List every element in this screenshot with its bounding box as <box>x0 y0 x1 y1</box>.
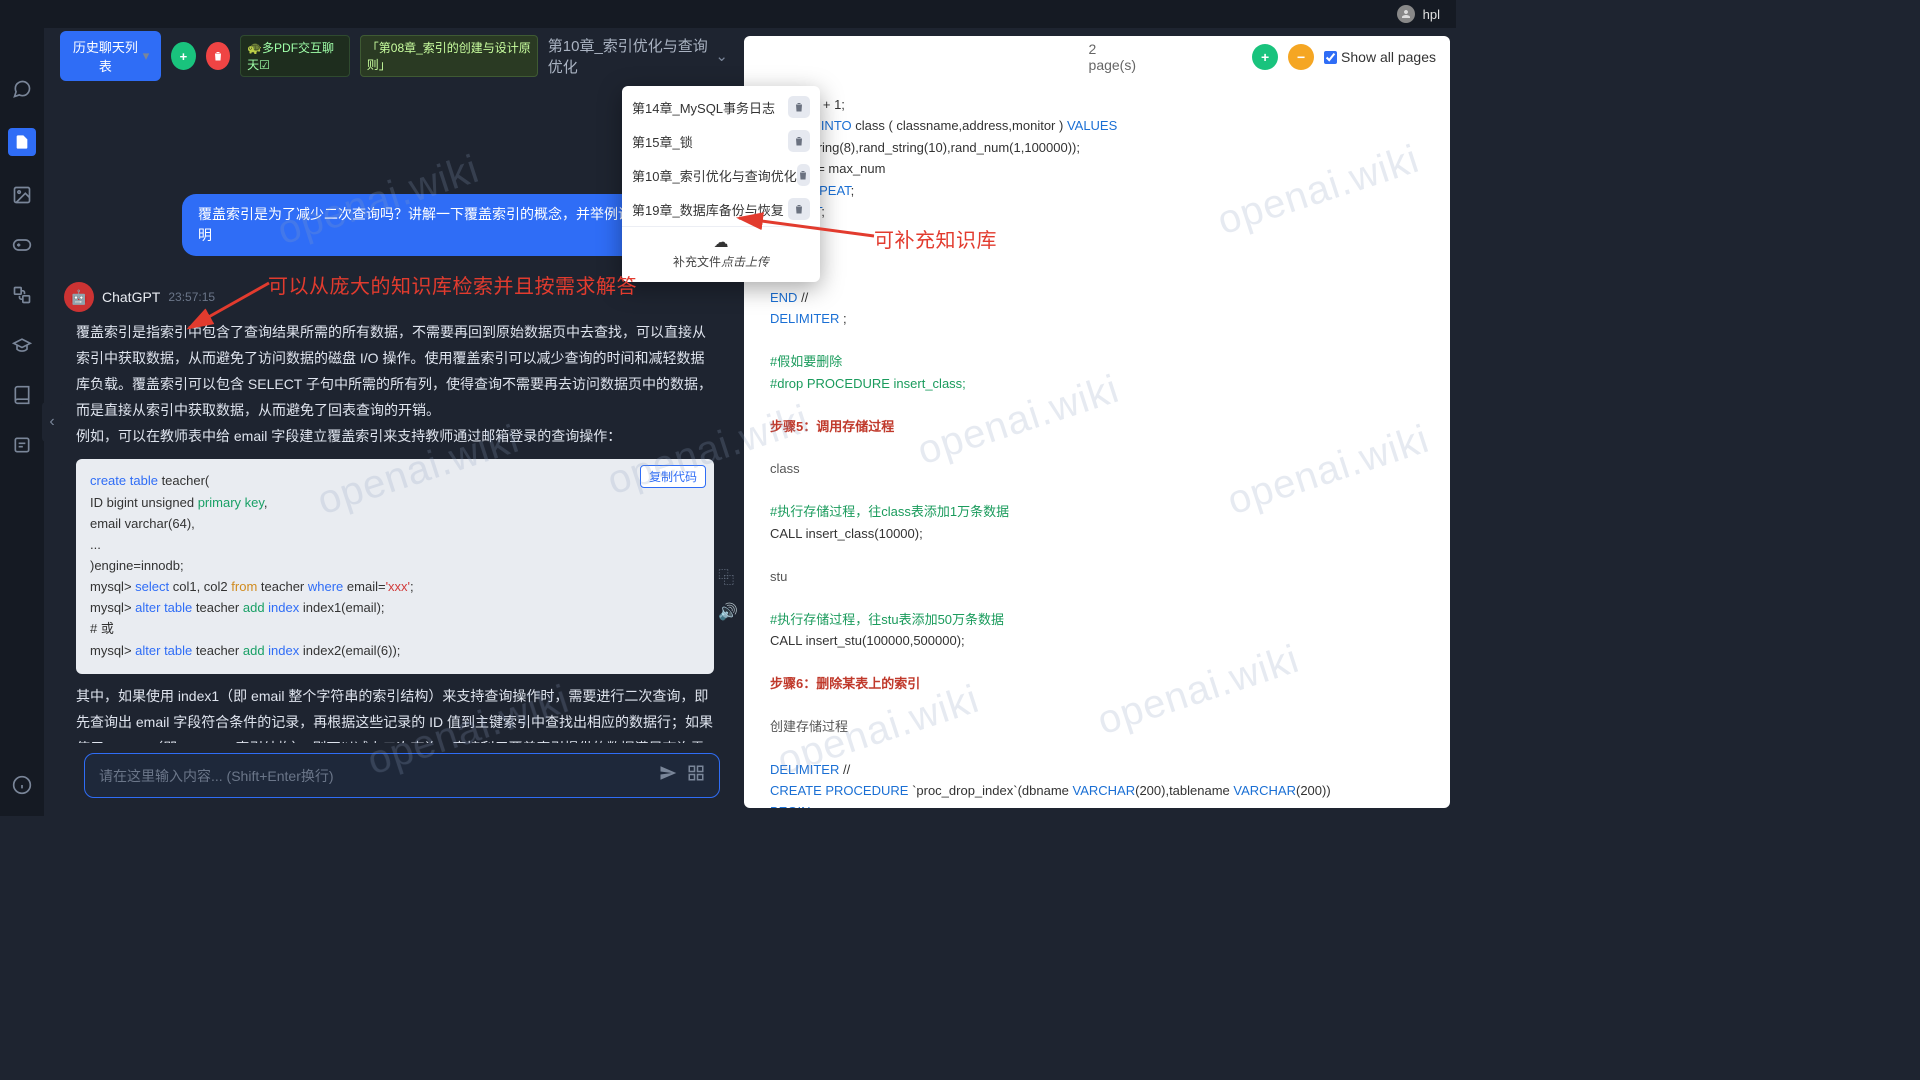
bot-answer: 覆盖索引是指索引中包含了查询结果所需的所有数据，不需要再回到原始数据页中去查找，… <box>76 320 714 743</box>
trash-icon[interactable] <box>788 130 810 152</box>
input-bar <box>44 743 744 816</box>
code-block: 复制代码 create table teacher( ID bigint uns… <box>76 459 714 673</box>
document-column: 2 page(s) + − Show all pages SET i = i +… <box>744 36 1450 808</box>
doc-header: 2 page(s) + − Show all pages <box>1252 44 1436 70</box>
username[interactable]: hpl <box>1423 7 1440 22</box>
dd-item[interactable]: 第14章_MySQL事务日志 <box>622 90 820 124</box>
tag-chapter8[interactable]: 「第08章_索引的创建与设计原则」 <box>360 35 538 77</box>
collapse-sidebar-button[interactable]: ‹ <box>42 402 62 442</box>
bot-avatar-icon: 🤖 <box>64 282 94 312</box>
answer-para-1: 覆盖索引是指索引中包含了查询结果所需的所有数据，不需要再回到原始数据页中去查找，… <box>76 320 714 449</box>
audio-icon[interactable]: 🔊 <box>718 602 738 622</box>
bot-time: 23:57:15 <box>168 290 215 304</box>
doc-body[interactable]: SET i = i + 1; INSERT INTO class ( class… <box>744 36 1450 808</box>
tag-multi-pdf[interactable]: 🐢多PDF交互聊天☑ <box>240 35 350 77</box>
input-wrap[interactable] <box>84 753 720 798</box>
history-list-button[interactable]: 历史聊天列表 ▾ <box>60 31 161 81</box>
cloud-upload-icon: ☁ <box>714 233 729 251</box>
trash-icon[interactable] <box>788 198 810 220</box>
main: ‹ 历史聊天列表 ▾ + 🐢多PDF交互聊天☑ 「第08章_索引的创建与设计原则… <box>0 28 1456 816</box>
dd-item[interactable]: 第10章_索引优化与查询优化 <box>622 158 820 192</box>
message-input[interactable] <box>99 768 649 784</box>
float-actions: ⿻ 🔊 <box>718 564 738 622</box>
dd-upload[interactable]: ☁ 补充文件点击上传 <box>622 226 820 278</box>
left-nav <box>0 28 44 816</box>
workspace: ‹ 历史聊天列表 ▾ + 🐢多PDF交互聊天☑ 「第08章_索引的创建与设计原则… <box>44 28 1456 816</box>
chevron-down-icon: ▾ <box>143 48 150 64</box>
bot-name: ChatGPT <box>102 289 160 305</box>
nav-image-icon[interactable] <box>11 184 33 206</box>
chevron-down-icon: ⌄ <box>715 47 728 65</box>
doc-minus-button[interactable]: − <box>1288 44 1314 70</box>
page-count: 2 page(s) <box>1089 41 1136 73</box>
nav-info-icon[interactable] <box>11 774 33 796</box>
trash-icon[interactable] <box>788 96 810 118</box>
nav-game-icon[interactable] <box>11 234 33 256</box>
nav-library-icon[interactable] <box>11 384 33 406</box>
topbar: hpl <box>0 0 1456 28</box>
copy-code-button[interactable]: 复制代码 <box>640 465 706 488</box>
dd-item[interactable]: 第15章_锁 <box>622 124 820 158</box>
delete-button[interactable] <box>206 42 230 70</box>
answer-para-2: 其中，如果使用 index1（即 email 整个字符串的索引结构）来支持查询操… <box>76 684 714 743</box>
show-all-pages-toggle[interactable]: Show all pages <box>1324 49 1436 65</box>
avatar-icon[interactable] <box>1397 5 1415 23</box>
nav-files-icon[interactable] <box>8 128 36 156</box>
copy-icon[interactable]: ⿻ <box>718 564 738 588</box>
user-message: 覆盖索引是为了减少二次查询吗？讲解一下覆盖索引的概念，并举例说明 <box>182 194 659 256</box>
toolbar: 历史聊天列表 ▾ + 🐢多PDF交互聊天☑ 「第08章_索引的创建与设计原则」 … <box>44 28 744 84</box>
add-button[interactable]: + <box>171 42 195 70</box>
nav-edu-icon[interactable] <box>11 334 33 356</box>
nav-chat-icon[interactable] <box>11 78 33 100</box>
nav-db-icon[interactable] <box>11 434 33 456</box>
step6-heading: 步骤6：删除某表上的索引 <box>770 673 1424 694</box>
file-dropdown[interactable]: 第14章_MySQL事务日志 第15章_锁 第10章_索引优化与查询优化 第19… <box>622 86 820 282</box>
show-all-checkbox[interactable] <box>1324 51 1337 64</box>
doc-add-button[interactable]: + <box>1252 44 1278 70</box>
grid-icon[interactable] <box>687 764 705 787</box>
bot-header: 🤖 ChatGPT 23:57:15 <box>64 282 714 312</box>
send-icon[interactable] <box>659 764 677 787</box>
current-tab[interactable]: 第10章_索引优化与查询优化 ⌄ <box>548 35 728 77</box>
nav-translate-icon[interactable] <box>11 284 33 306</box>
trash-icon[interactable] <box>797 164 810 186</box>
dd-item[interactable]: 第19章_数据库备份与恢复 <box>622 192 820 226</box>
step5-heading: 步骤5：调用存储过程 <box>770 416 1424 437</box>
